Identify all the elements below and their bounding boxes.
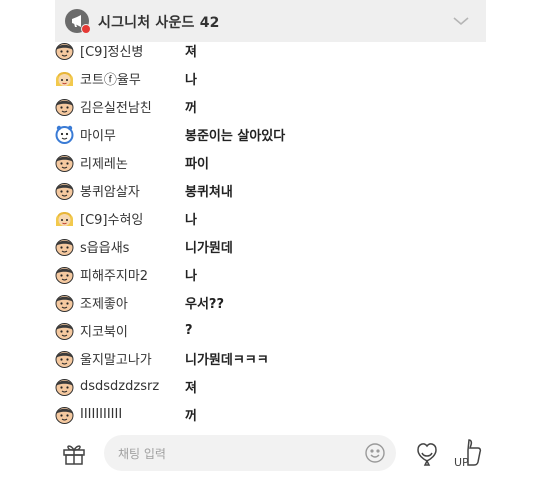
chat-message-text: 꺼 — [185, 100, 197, 116]
chat-nickname[interactable]: IIIIIIIIIII — [80, 407, 122, 422]
chat-message-row[interactable]: dsdsdzdzsrz 져 — [55, 372, 486, 400]
chat-message-row[interactable]: 피해주지마2 나 — [55, 260, 486, 288]
chat-nickname[interactable]: 리제레논 — [80, 153, 128, 172]
chat-message-text: 져 — [185, 44, 197, 60]
chat-input-bar: 채팅 입력 UP — [0, 428, 539, 480]
chat-nickname[interactable]: 울지말고나가 — [80, 349, 152, 368]
face-icon[interactable] — [55, 377, 74, 396]
chat-nickname[interactable]: 코트ⓕ율무 — [80, 69, 141, 88]
room-title: 시그니처 사운드 42 — [98, 15, 220, 31]
chat-nickname[interactable]: 마이무 — [80, 125, 116, 144]
megaphone-icon — [65, 9, 91, 34]
chat-message-list[interactable]: [C9]정신병 져 코트ⓕ율무 나 김은실전남친 꺼 마이무 봉준이는 살아있다 리제레논 파이 봉… — [55, 40, 486, 425]
svg-text:UP: UP — [454, 456, 469, 469]
chat-nickname[interactable]: 지코북이 — [80, 321, 128, 340]
balloon-icon[interactable] — [413, 439, 441, 467]
chat-message-row[interactable]: [C9]정신병 져 — [55, 40, 486, 64]
face-icon[interactable] — [55, 97, 74, 116]
face-icon[interactable] — [55, 153, 74, 172]
face-icon[interactable] — [55, 265, 74, 284]
alarm-clock-icon[interactable] — [55, 125, 74, 144]
chat-nickname[interactable]: [C9]정신병 — [80, 41, 143, 60]
chat-nickname[interactable]: 조제좋아 — [80, 293, 128, 312]
chat-nickname[interactable]: 김은실전남친 — [80, 97, 152, 116]
chat-message-row[interactable]: 리제레논 파이 — [55, 148, 486, 176]
chat-message-row[interactable]: 마이무 봉준이는 살아있다 — [55, 120, 486, 148]
chat-message-row[interactable]: 코트ⓕ율무 나 — [55, 64, 486, 92]
chat-message-row[interactable]: [C9]수혀잉 나 — [55, 204, 486, 232]
chat-message-text: 나 — [185, 72, 197, 88]
chat-message-text: 우서?? — [185, 296, 225, 312]
chat-input-placeholder: 채팅 입력 — [118, 447, 166, 461]
chat-message-row[interactable]: 울지말고나가 니가뭔데ㅋㅋㅋ — [55, 344, 486, 372]
chat-message-text: 니가뭔데ㅋㅋㅋ — [185, 352, 269, 368]
notification-dot — [81, 24, 91, 34]
blonde-face-icon[interactable] — [55, 69, 74, 88]
face-icon[interactable] — [55, 41, 74, 60]
chat-input[interactable]: 채팅 입력 — [104, 435, 396, 471]
face-icon[interactable] — [55, 237, 74, 256]
face-icon[interactable] — [55, 321, 74, 340]
chat-message-text: 봉퀴쳐내 — [185, 184, 233, 200]
thumbs-up-icon[interactable]: UP — [451, 436, 485, 470]
chevron-down-icon[interactable] — [452, 12, 470, 31]
chat-message-text: 져 — [185, 380, 197, 396]
chat-message-row[interactable]: s읍읍새s 니가뭔데 — [55, 232, 486, 260]
chat-message-text: 꺼 — [185, 408, 197, 424]
face-icon[interactable] — [55, 293, 74, 312]
gift-icon[interactable] — [61, 440, 87, 466]
face-icon[interactable] — [55, 181, 74, 200]
chat-message-text: 니가뭔데 — [185, 240, 233, 256]
chat-nickname[interactable]: dsdsdzdzsrz — [80, 379, 159, 394]
chat-message-text: ? — [185, 322, 193, 338]
chat-message-text: 봉준이는 살아있다 — [185, 128, 286, 144]
chat-message-row[interactable]: 조제좋아 우서?? — [55, 288, 486, 316]
chat-message-text: 나 — [185, 212, 197, 228]
blonde-face-icon[interactable] — [55, 209, 74, 228]
smile-icon[interactable] — [364, 442, 386, 464]
chat-header[interactable]: 시그니처 사운드 42 — [55, 0, 486, 42]
chat-message-row[interactable]: 봉퀴암살자 봉퀴쳐내 — [55, 176, 486, 204]
chat-message-row[interactable]: 지코북이? — [55, 316, 486, 344]
chat-message-text: 나 — [185, 268, 197, 284]
chat-nickname[interactable]: 피해주지마2 — [80, 265, 148, 284]
face-icon[interactable] — [55, 405, 74, 424]
chat-message-row[interactable]: 김은실전남친 꺼 — [55, 92, 486, 120]
chat-message-text: 파이 — [185, 156, 209, 172]
chat-message-row[interactable]: IIIIIIIIIII 꺼 — [55, 400, 486, 425]
chat-nickname[interactable]: [C9]수혀잉 — [80, 209, 143, 228]
face-icon[interactable] — [55, 349, 74, 368]
chat-nickname[interactable]: s읍읍새s — [80, 237, 129, 256]
chat-nickname[interactable]: 봉퀴암살자 — [80, 181, 140, 200]
